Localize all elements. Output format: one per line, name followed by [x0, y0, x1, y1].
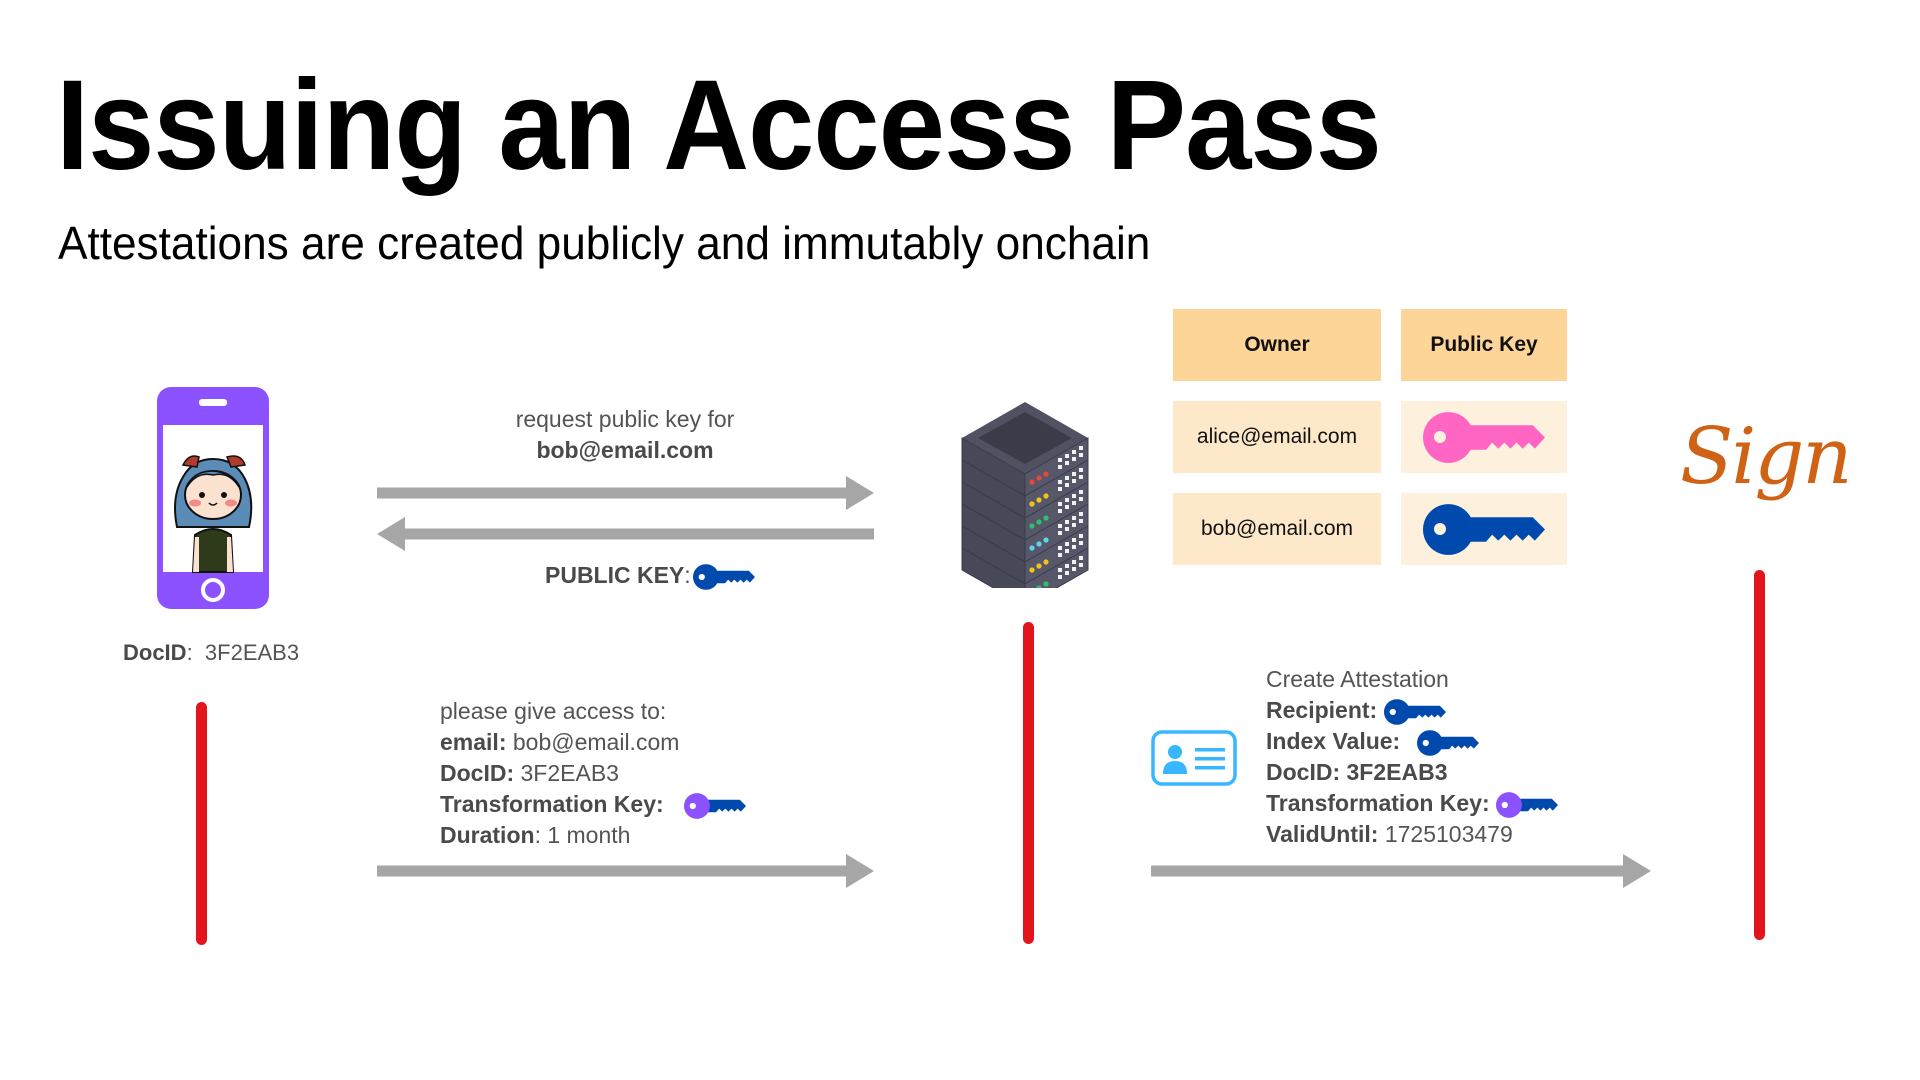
access-field-duration: Duration: 1 month: [440, 820, 746, 851]
blue-key-icon: [1423, 504, 1545, 555]
field-value: 1725103479: [1378, 821, 1513, 847]
server-led: [1036, 475, 1042, 481]
attestation-field-recipient: Recipient:: [1266, 695, 1558, 726]
field-label: Duration: [440, 822, 535, 848]
attestation-arrow: [1151, 854, 1651, 888]
server-led: [1043, 537, 1049, 543]
page-title: Issuing an Access Pass: [56, 54, 1382, 197]
response-sep: :: [684, 562, 691, 588]
table-row-key: [1401, 493, 1567, 565]
sign-lifeline: [1754, 570, 1765, 940]
server-led: [1029, 479, 1035, 485]
server-led: [1043, 493, 1049, 499]
attestation-intro: Create Attestation: [1266, 666, 1449, 692]
attestation-field-valid-until: ValidUntil: 1725103479: [1266, 819, 1558, 850]
request-email: bob@email.com: [536, 437, 714, 463]
server-led: [1036, 541, 1042, 547]
server-led: [1036, 519, 1042, 525]
table-row-owner: bob@email.com: [1173, 493, 1381, 565]
field-label: email:: [440, 729, 507, 755]
server-led: [1029, 567, 1035, 573]
server-led: [1036, 497, 1042, 503]
server-led: [1036, 563, 1042, 569]
page-subtitle: Attestations are created publicly and im…: [58, 217, 1151, 269]
field-value: bob@email.com: [506, 729, 680, 755]
field-label: Recipient:: [1266, 697, 1378, 723]
docid-value: 3F2EAB3: [204, 640, 300, 665]
server-led: [1043, 471, 1049, 477]
request-arrow: [377, 476, 874, 510]
id-card-icon: [1151, 730, 1237, 791]
response-message: PUBLIC KEY:: [545, 560, 755, 591]
sign-logo: Sign: [1680, 412, 1853, 502]
table-header-owner: Owner: [1173, 309, 1381, 381]
server-led: [1029, 545, 1035, 551]
docid-sep: :: [186, 640, 205, 665]
access-request-arrow: [377, 854, 874, 888]
phone-lifeline: [196, 702, 207, 945]
attestation-field-transformation-key: Transformation Key:: [1266, 788, 1559, 819]
blue-key-icon: [1417, 729, 1479, 757]
access-field-transformation-key: Transformation Key:: [440, 789, 747, 820]
access-field-docid: DocID: 3F2EAB3: [440, 758, 746, 789]
server-actor: [960, 398, 1090, 607]
attestation-arrow-shaft: [1151, 865, 1623, 877]
field-label: Transformation Key:: [1266, 790, 1490, 816]
access-request-message: please give access to: email: bob@email.…: [440, 696, 747, 851]
field-label: DocID: 3F2EAB3: [1266, 759, 1448, 785]
field-label: Transformation Key:: [440, 791, 664, 817]
attestation-message: Create Attestation Recipient: Index Valu…: [1266, 664, 1559, 850]
server-led: [1043, 581, 1049, 587]
request-line1: request public key for: [515, 406, 735, 432]
field-label: DocID:: [440, 760, 515, 786]
attestation-arrow-head: [1623, 854, 1651, 888]
attestation-field-docid: DocID: 3F2EAB3: [1266, 757, 1558, 788]
transformation-key-icon: [1496, 792, 1559, 818]
request-message: request public key for bob@email.com: [430, 404, 820, 466]
pink-key-icon: [1423, 412, 1545, 463]
phone-docid: DocID: 3F2EAB3: [123, 637, 299, 668]
field-label: ValidUntil:: [1266, 821, 1379, 847]
server-lifeline: [1023, 622, 1034, 944]
response-arrow: [377, 517, 874, 551]
table-row-key: [1401, 401, 1567, 473]
docid-label: DocID: [123, 640, 187, 665]
attestation-field-index-value: Index Value:: [1266, 726, 1558, 757]
table-header-public-key: Public Key: [1401, 309, 1567, 381]
field-value: 3F2EAB3: [514, 760, 619, 786]
access-intro: please give access to:: [440, 698, 667, 724]
blue-key-icon: [693, 563, 755, 591]
field-label: Index Value:: [1266, 728, 1401, 754]
response-arrow-shaft: [405, 528, 874, 540]
phone-actor: [157, 387, 269, 609]
response-label: PUBLIC KEY: [545, 562, 685, 588]
server-led: [1029, 501, 1035, 507]
table-row-owner: alice@email.com: [1173, 401, 1381, 473]
access-request-arrow-head: [846, 854, 874, 888]
field-value: : 1 month: [534, 822, 631, 848]
server-led: [1043, 559, 1049, 565]
response-arrow-head: [377, 517, 405, 551]
smartphone-icon: [157, 387, 269, 609]
request-arrow-shaft: [377, 487, 846, 499]
server-led: [1029, 523, 1035, 529]
transformation-key-icon: [684, 793, 747, 819]
blue-key-icon: [1384, 698, 1446, 726]
request-arrow-head: [846, 476, 874, 510]
access-field-email: email: bob@email.com: [440, 727, 746, 758]
access-request-arrow-shaft: [377, 865, 846, 877]
server-led: [1043, 515, 1049, 521]
server-rack-icon: [961, 402, 1089, 607]
